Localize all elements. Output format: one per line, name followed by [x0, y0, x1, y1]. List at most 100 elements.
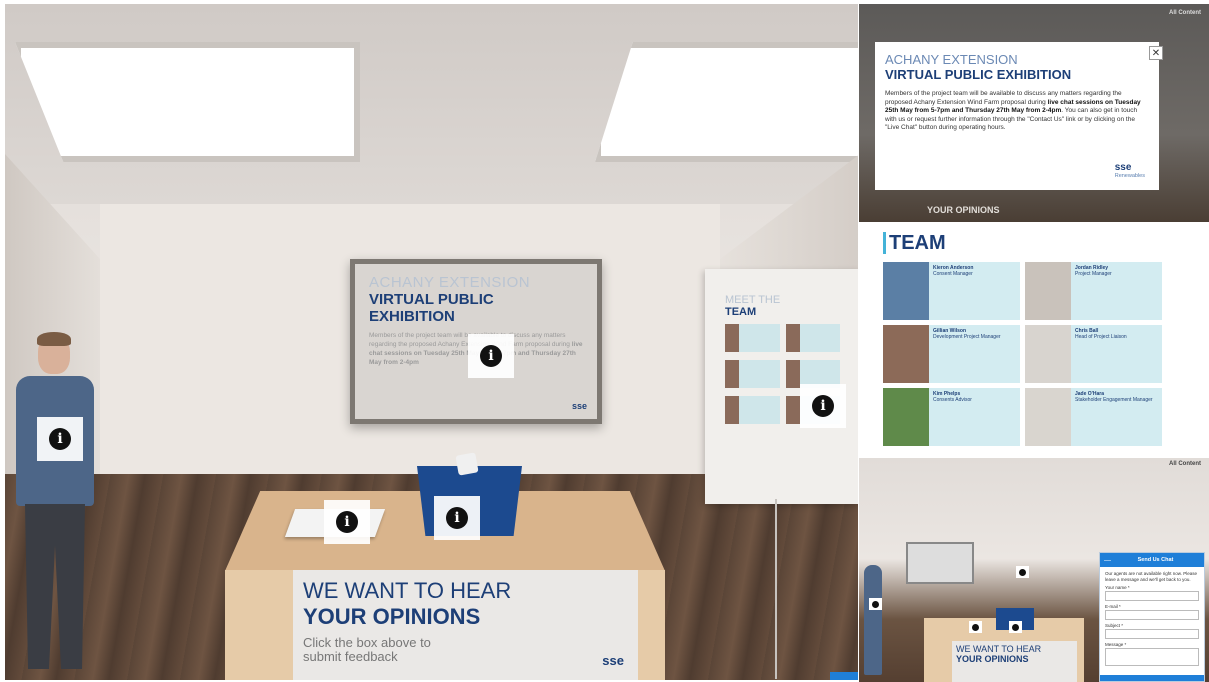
member-role: Consents Advisor	[933, 397, 972, 403]
message-field[interactable]	[1105, 648, 1199, 666]
email-field[interactable]	[1105, 610, 1199, 620]
info-hotspot-leaflets[interactable]: i	[324, 500, 370, 544]
team-member-card[interactable]: Kieron Anderson Consent Manager	[883, 262, 1020, 320]
team-panel: TEAM Kieron Anderson Consent Manager Jor…	[859, 222, 1209, 458]
member-photo	[1025, 325, 1071, 383]
chat-submit-button[interactable]	[1100, 675, 1204, 681]
member-info: Jordan Ridley Project Manager	[1071, 262, 1162, 320]
desk-sign-instruction: Click the box above to submit feedback	[303, 635, 431, 664]
email-field-label: E-mail *	[1105, 604, 1121, 609]
glass-stand	[775, 499, 777, 679]
all-content-label[interactable]: All Content	[1169, 461, 1201, 467]
subject-field[interactable]	[1105, 629, 1199, 639]
mini-wall-screen	[906, 542, 974, 584]
member-role: Development Project Manager	[933, 334, 1001, 340]
member-info: Chris Ball Head of Project Liaison	[1071, 325, 1162, 383]
message-field-label: Message *	[1105, 642, 1127, 647]
info-icon: i	[49, 428, 71, 450]
team-board-card	[785, 324, 840, 352]
member-photo	[883, 388, 929, 446]
minimize-icon[interactable]: —	[1104, 557, 1111, 564]
team-member-card[interactable]: Jordan Ridley Project Manager	[1025, 262, 1162, 320]
live-chat-screenshot-panel: All Content WE WANT TO HEAR YOUR OPINION…	[859, 458, 1209, 682]
sse-logo: sse	[602, 653, 624, 668]
exhibition-room-view[interactable]: ACHANY EXTENSION VIRTUAL PUBLIC EXHIBITI…	[5, 4, 858, 680]
team-board-card	[725, 396, 780, 424]
all-content-label[interactable]: All Content	[1169, 10, 1201, 16]
team-grid: Kieron Anderson Consent Manager Jordan R…	[883, 262, 1183, 446]
team-board-title-line2: TEAM	[725, 306, 757, 318]
chat-intro-text: Our agents are not available right now. …	[1105, 571, 1198, 582]
info-hotspot-team-board[interactable]: i	[800, 384, 846, 428]
desk-sign-line2: YOUR OPINIONS	[303, 604, 481, 629]
member-role: Project Manager	[1075, 271, 1112, 277]
info-icon	[872, 600, 879, 608]
member-role: Consent Manager	[933, 271, 973, 277]
chat-form: Our agents are not available right now. …	[1100, 567, 1204, 670]
mini-presenter-avatar	[864, 565, 882, 675]
info-hotspot-avatar[interactable]: i	[37, 417, 83, 461]
info-icon: i	[812, 395, 834, 417]
popup-title-line1: ACHANY EXTENSION	[885, 52, 1018, 67]
team-member-card[interactable]: Kim Phelps Consents Advisor	[883, 388, 1020, 446]
mini-info-hotspot[interactable]	[1016, 566, 1029, 578]
desk-sign-line1: WE WANT TO HEAR	[303, 578, 512, 603]
popup-screenshot-panel: All Content YOUR OPINIONS ACHANY EXTENSI…	[859, 4, 1209, 222]
team-board-card	[725, 324, 780, 352]
mini-info-hotspot[interactable]	[1009, 621, 1022, 633]
member-photo	[883, 325, 929, 383]
info-popup: ACHANY EXTENSION VIRTUAL PUBLIC EXHIBITI…	[875, 42, 1159, 190]
team-board-title-line1: MEET THE	[725, 294, 781, 306]
avatar-legs	[25, 504, 85, 669]
member-photo	[1025, 388, 1071, 446]
sse-renewables-logo: sse Renewables	[1114, 163, 1145, 180]
team-member-card[interactable]: Gillian Wilson Development Project Manag…	[883, 325, 1020, 383]
member-info: Gillian Wilson Development Project Manag…	[929, 325, 1020, 383]
info-icon	[972, 623, 979, 631]
name-field[interactable]	[1105, 591, 1199, 601]
background-sign-text: YOUR OPINIONS	[927, 205, 1000, 215]
mini-sign-line1: WE WANT TO HEAR	[956, 644, 1042, 654]
logo-sub: Renewables	[1114, 173, 1145, 179]
info-hotspot-screen[interactable]: i	[468, 334, 514, 378]
member-info: Kim Phelps Consents Advisor	[929, 388, 1020, 446]
member-info: Jade O'Hara Stakeholder Engagement Manag…	[1071, 388, 1162, 446]
member-photo	[1025, 262, 1071, 320]
mini-info-hotspot[interactable]	[969, 621, 982, 633]
info-icon	[1012, 623, 1019, 631]
feedback-desk-sign: WE WANT TO HEAR YOUR OPINIONS Click the …	[293, 570, 638, 680]
ceiling-light-right	[595, 42, 858, 162]
subject-field-label: Subject *	[1105, 623, 1124, 628]
ceiling-light-left	[15, 42, 360, 162]
member-role: Stakeholder Engagement Manager	[1075, 397, 1153, 403]
live-chat-tab[interactable]	[830, 672, 858, 680]
presenter-avatar[interactable]	[13, 332, 108, 679]
mini-info-hotspot[interactable]	[869, 598, 882, 610]
screen-title-line2: VIRTUAL PUBLIC EXHIBITION	[369, 291, 494, 325]
member-role: Head of Project Liaison	[1075, 334, 1127, 340]
info-icon	[1019, 568, 1026, 576]
team-board-card	[725, 360, 780, 388]
name-field-label: Your name *	[1105, 585, 1130, 590]
mini-desk-sign: WE WANT TO HEAR YOUR OPINIONS	[952, 641, 1077, 682]
popup-body-text: Members of the project team will be avai…	[885, 90, 1149, 133]
team-member-card[interactable]: Jade O'Hara Stakeholder Engagement Manag…	[1025, 388, 1162, 446]
chat-header[interactable]: — Send Us Chat	[1100, 553, 1204, 567]
close-icon[interactable]: ✕	[1149, 46, 1163, 60]
screen-title-line1: ACHANY EXTENSION	[369, 274, 531, 291]
info-hotspot-ballot-box[interactable]: i	[434, 496, 480, 540]
ballot-paper	[455, 452, 479, 476]
popup-title-line2: VIRTUAL PUBLIC EXHIBITION	[885, 67, 1072, 82]
avatar-hair	[37, 332, 71, 346]
sse-logo: sse	[571, 401, 587, 411]
chat-title: Send Us Chat	[1137, 557, 1174, 563]
info-icon: i	[446, 507, 468, 529]
info-icon: i	[336, 511, 358, 533]
mini-sign-line2: YOUR OPINIONS	[956, 654, 1029, 664]
team-member-card[interactable]: Chris Ball Head of Project Liaison	[1025, 325, 1162, 383]
team-heading: TEAM	[883, 232, 1183, 254]
member-info: Kieron Anderson Consent Manager	[929, 262, 1020, 320]
live-chat-widget: — Send Us Chat Our agents are not availa…	[1099, 552, 1205, 682]
info-icon: i	[480, 345, 502, 367]
member-photo	[883, 262, 929, 320]
